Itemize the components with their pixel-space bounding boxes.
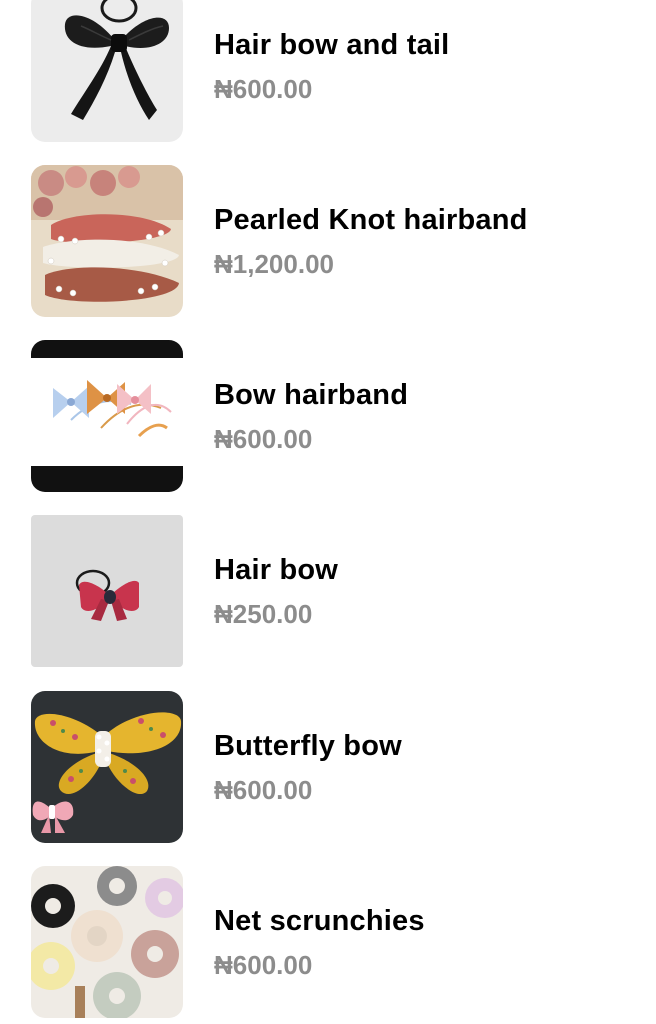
list-item[interactable]: Butterfly bow ₦600.00 — [0, 691, 656, 843]
list-item[interactable]: Bow hairband ₦600.00 — [0, 340, 656, 492]
product-thumbnail[interactable] — [31, 340, 183, 492]
product-title[interactable]: Bow hairband — [214, 378, 408, 412]
product-thumbnail[interactable] — [31, 515, 183, 667]
product-price: ₦1,200.00 — [214, 249, 334, 279]
product-list: Hair bow and tail ₦600.00 Pearled Knot h… — [0, 0, 656, 1024]
product-title[interactable]: Butterfly bow — [214, 729, 402, 763]
product-title[interactable]: Hair bow and tail — [214, 28, 449, 62]
product-thumbnail[interactable] — [31, 866, 183, 1018]
product-price: ₦600.00 — [214, 74, 313, 104]
black-satin-bow-image — [31, 0, 183, 142]
product-price: ₦600.00 — [214, 775, 313, 805]
product-title[interactable]: Net scrunchies — [214, 904, 425, 938]
bow-hairbands-image — [31, 340, 183, 492]
list-item[interactable]: Hair bow ₦250.00 — [0, 515, 656, 667]
yellow-butterfly-bow-image — [31, 691, 183, 843]
net-scrunchies-image — [31, 866, 183, 1018]
product-title[interactable]: Pearled Knot hairband — [214, 203, 528, 237]
list-item[interactable]: Hair bow and tail ₦600.00 — [0, 0, 656, 142]
product-thumbnail[interactable] — [31, 165, 183, 317]
product-thumbnail[interactable] — [31, 691, 183, 843]
list-item[interactable]: Pearled Knot hairband ₦1,200.00 — [0, 165, 656, 317]
list-item[interactable]: Net scrunchies ₦600.00 — [0, 866, 656, 1018]
product-thumbnail[interactable] — [31, 0, 183, 142]
red-hair-bow-image — [31, 515, 183, 667]
product-price: ₦600.00 — [214, 950, 313, 980]
product-title[interactable]: Hair bow — [214, 553, 338, 587]
product-price: ₦250.00 — [214, 599, 313, 629]
product-price: ₦600.00 — [214, 424, 313, 454]
pearled-knot-hairbands-image — [31, 165, 183, 317]
